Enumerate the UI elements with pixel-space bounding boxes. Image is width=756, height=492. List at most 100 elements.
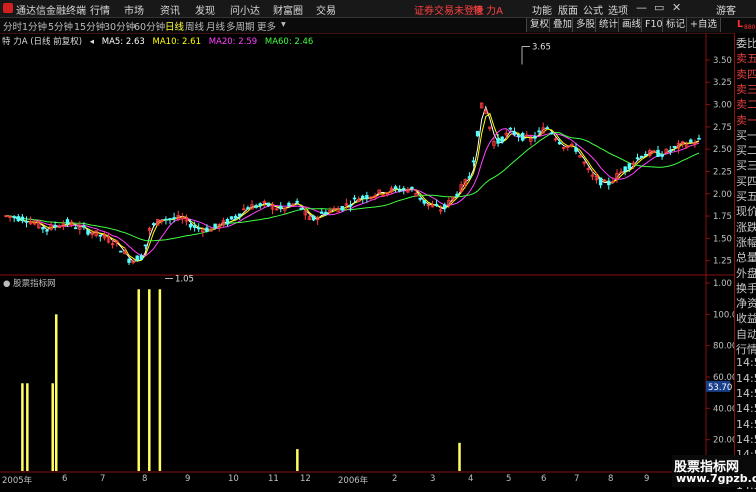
chart-grid xyxy=(0,33,734,473)
menu-market[interactable]: 市场 xyxy=(124,2,144,17)
candle-body xyxy=(537,130,541,133)
kline-chart[interactable]: 3.50 3.25 3.00 2.75 2.50 2.25 2.00 1.75 1.50 1.25… xyxy=(0,33,734,473)
side-label: 14:5 xyxy=(736,371,756,385)
menu-trade[interactable]: 交易 xyxy=(316,2,336,17)
candle-body xyxy=(361,195,365,199)
candle-body xyxy=(672,146,677,148)
candle-body xyxy=(172,217,176,220)
candle-body xyxy=(516,135,521,138)
x-tick: 2005年 xyxy=(2,476,33,486)
candle-body xyxy=(365,195,369,200)
candle-body xyxy=(82,225,86,228)
menu-news[interactable]: 资讯 xyxy=(160,2,180,17)
restore-icon[interactable]: ▭ xyxy=(654,1,664,14)
side-label: 卖四 xyxy=(736,67,756,81)
candle-body xyxy=(352,197,357,200)
period-tick[interactable]: 分时 xyxy=(3,19,22,33)
candle-body xyxy=(434,204,439,207)
corner-label[interactable]: L xyxy=(737,19,743,30)
period-60min[interactable]: 60分钟 xyxy=(134,19,165,33)
period-toolbar: 分时 1分钟 5分钟 15分钟 30分钟 60分钟 日线 周线 月线 多周期 更… xyxy=(0,18,756,34)
candle-body xyxy=(188,224,193,228)
collapse-icon[interactable]: ● xyxy=(3,279,10,289)
indicator-bar xyxy=(296,449,299,471)
current-value: 53.70 xyxy=(708,383,732,393)
menu-hq[interactable]: 行情 xyxy=(90,2,110,17)
side-label: 委比 xyxy=(736,37,756,50)
menu-options[interactable]: 选项 xyxy=(608,2,628,17)
expand-icon[interactable]: ◂ xyxy=(90,37,94,47)
candle-body xyxy=(422,199,426,204)
menu-discover[interactable]: 发现 xyxy=(195,2,215,17)
period-more[interactable]: 更多 xyxy=(257,19,276,33)
candle-body xyxy=(45,229,49,232)
menu-wealth[interactable]: 财富圈 xyxy=(273,2,303,17)
more-arrow-icon[interactable]: ▾ xyxy=(281,19,286,30)
candle-body xyxy=(205,227,209,232)
quote-side-panel: 委比 卖五 卖四 卖三 卖二 卖一 买一 买二 买三 买四 买五 现价 涨跌 涨幅 总量 外盘 换手 净资 收益 自动… xyxy=(734,33,756,492)
candle-body xyxy=(254,205,258,208)
indicator-bar xyxy=(54,314,58,471)
corner-sub: 8800 xyxy=(744,24,756,31)
stock-period-label: 特 力A (日线 前复权) xyxy=(2,37,83,47)
user-label[interactable]: 游客 xyxy=(716,2,736,17)
period-5min[interactable]: 5分钟 xyxy=(48,19,73,33)
minimize-icon[interactable]: — xyxy=(636,1,647,14)
candles xyxy=(4,102,701,266)
candle-body xyxy=(229,216,234,220)
menu-function[interactable]: 功能 xyxy=(532,2,552,17)
x-tick: 6 xyxy=(541,474,547,484)
candle-body xyxy=(53,225,57,228)
ma-info-line: 特 力A (日线 前复权) ◂ MA5: 2.63 MA10: 2.61 MA2… xyxy=(2,35,318,47)
candle-body xyxy=(299,207,303,211)
period-monthly[interactable]: 月线 xyxy=(206,19,225,33)
menu-formula[interactable]: 公式 xyxy=(583,2,603,17)
candle-body xyxy=(639,155,644,158)
x-tick: 11 xyxy=(268,474,279,484)
candle-body xyxy=(340,205,344,211)
close-icon[interactable]: ✕ xyxy=(672,1,681,14)
candle-body xyxy=(402,188,406,191)
period-15min[interactable]: 15分钟 xyxy=(74,19,105,33)
indicator-bar xyxy=(137,289,140,471)
price-tick: 2.50 xyxy=(713,145,732,155)
side-label: 行情 xyxy=(736,343,756,356)
candle-body xyxy=(557,141,562,145)
candle-body xyxy=(86,229,90,235)
x-tick: 2006年 xyxy=(338,476,369,486)
mark-button[interactable]: 标记 xyxy=(662,18,690,32)
side-label: 自动 xyxy=(736,327,756,341)
period-daily[interactable]: 日线 xyxy=(165,19,184,33)
add-favorite-button[interactable]: +自选 xyxy=(686,18,721,32)
side-label: 外盘 xyxy=(736,266,756,280)
ma10-value: MA10: 2.61 xyxy=(152,37,201,47)
period-multi[interactable]: 多周期 xyxy=(226,19,255,33)
x-tick: 3 xyxy=(430,474,436,484)
candle-body xyxy=(533,135,537,139)
candle-body xyxy=(16,216,21,222)
side-label: 涨幅 xyxy=(736,235,756,249)
period-30min[interactable]: 30分钟 xyxy=(104,19,135,33)
menu-layout[interactable]: 版面 xyxy=(558,2,578,17)
side-label: 涨跌 xyxy=(736,220,756,234)
sub-panel-label: ● 股票指标网 xyxy=(3,277,56,289)
sub-tick: 80.00 xyxy=(713,342,734,352)
side-label: 14:5 xyxy=(736,386,756,400)
x-tick: 10 xyxy=(228,474,239,484)
period-weekly[interactable]: 周线 xyxy=(185,19,204,33)
candle-body xyxy=(213,223,217,228)
candle-body xyxy=(574,147,578,152)
price-tick: 1.25 xyxy=(713,257,732,267)
low-label: 1.05 xyxy=(175,275,194,285)
candle-body xyxy=(549,132,554,135)
price-tick: 3.50 xyxy=(713,56,732,66)
candle-body xyxy=(295,200,299,203)
candle-body xyxy=(643,153,648,156)
side-label: 卖二 xyxy=(736,98,756,112)
candle-body xyxy=(393,186,398,189)
candle-body xyxy=(607,180,611,186)
candle-body xyxy=(455,193,459,197)
price-tick: 1.75 xyxy=(713,212,732,222)
menu-ask[interactable]: 问小达 xyxy=(230,2,260,17)
period-1min[interactable]: 1分钟 xyxy=(22,19,47,33)
